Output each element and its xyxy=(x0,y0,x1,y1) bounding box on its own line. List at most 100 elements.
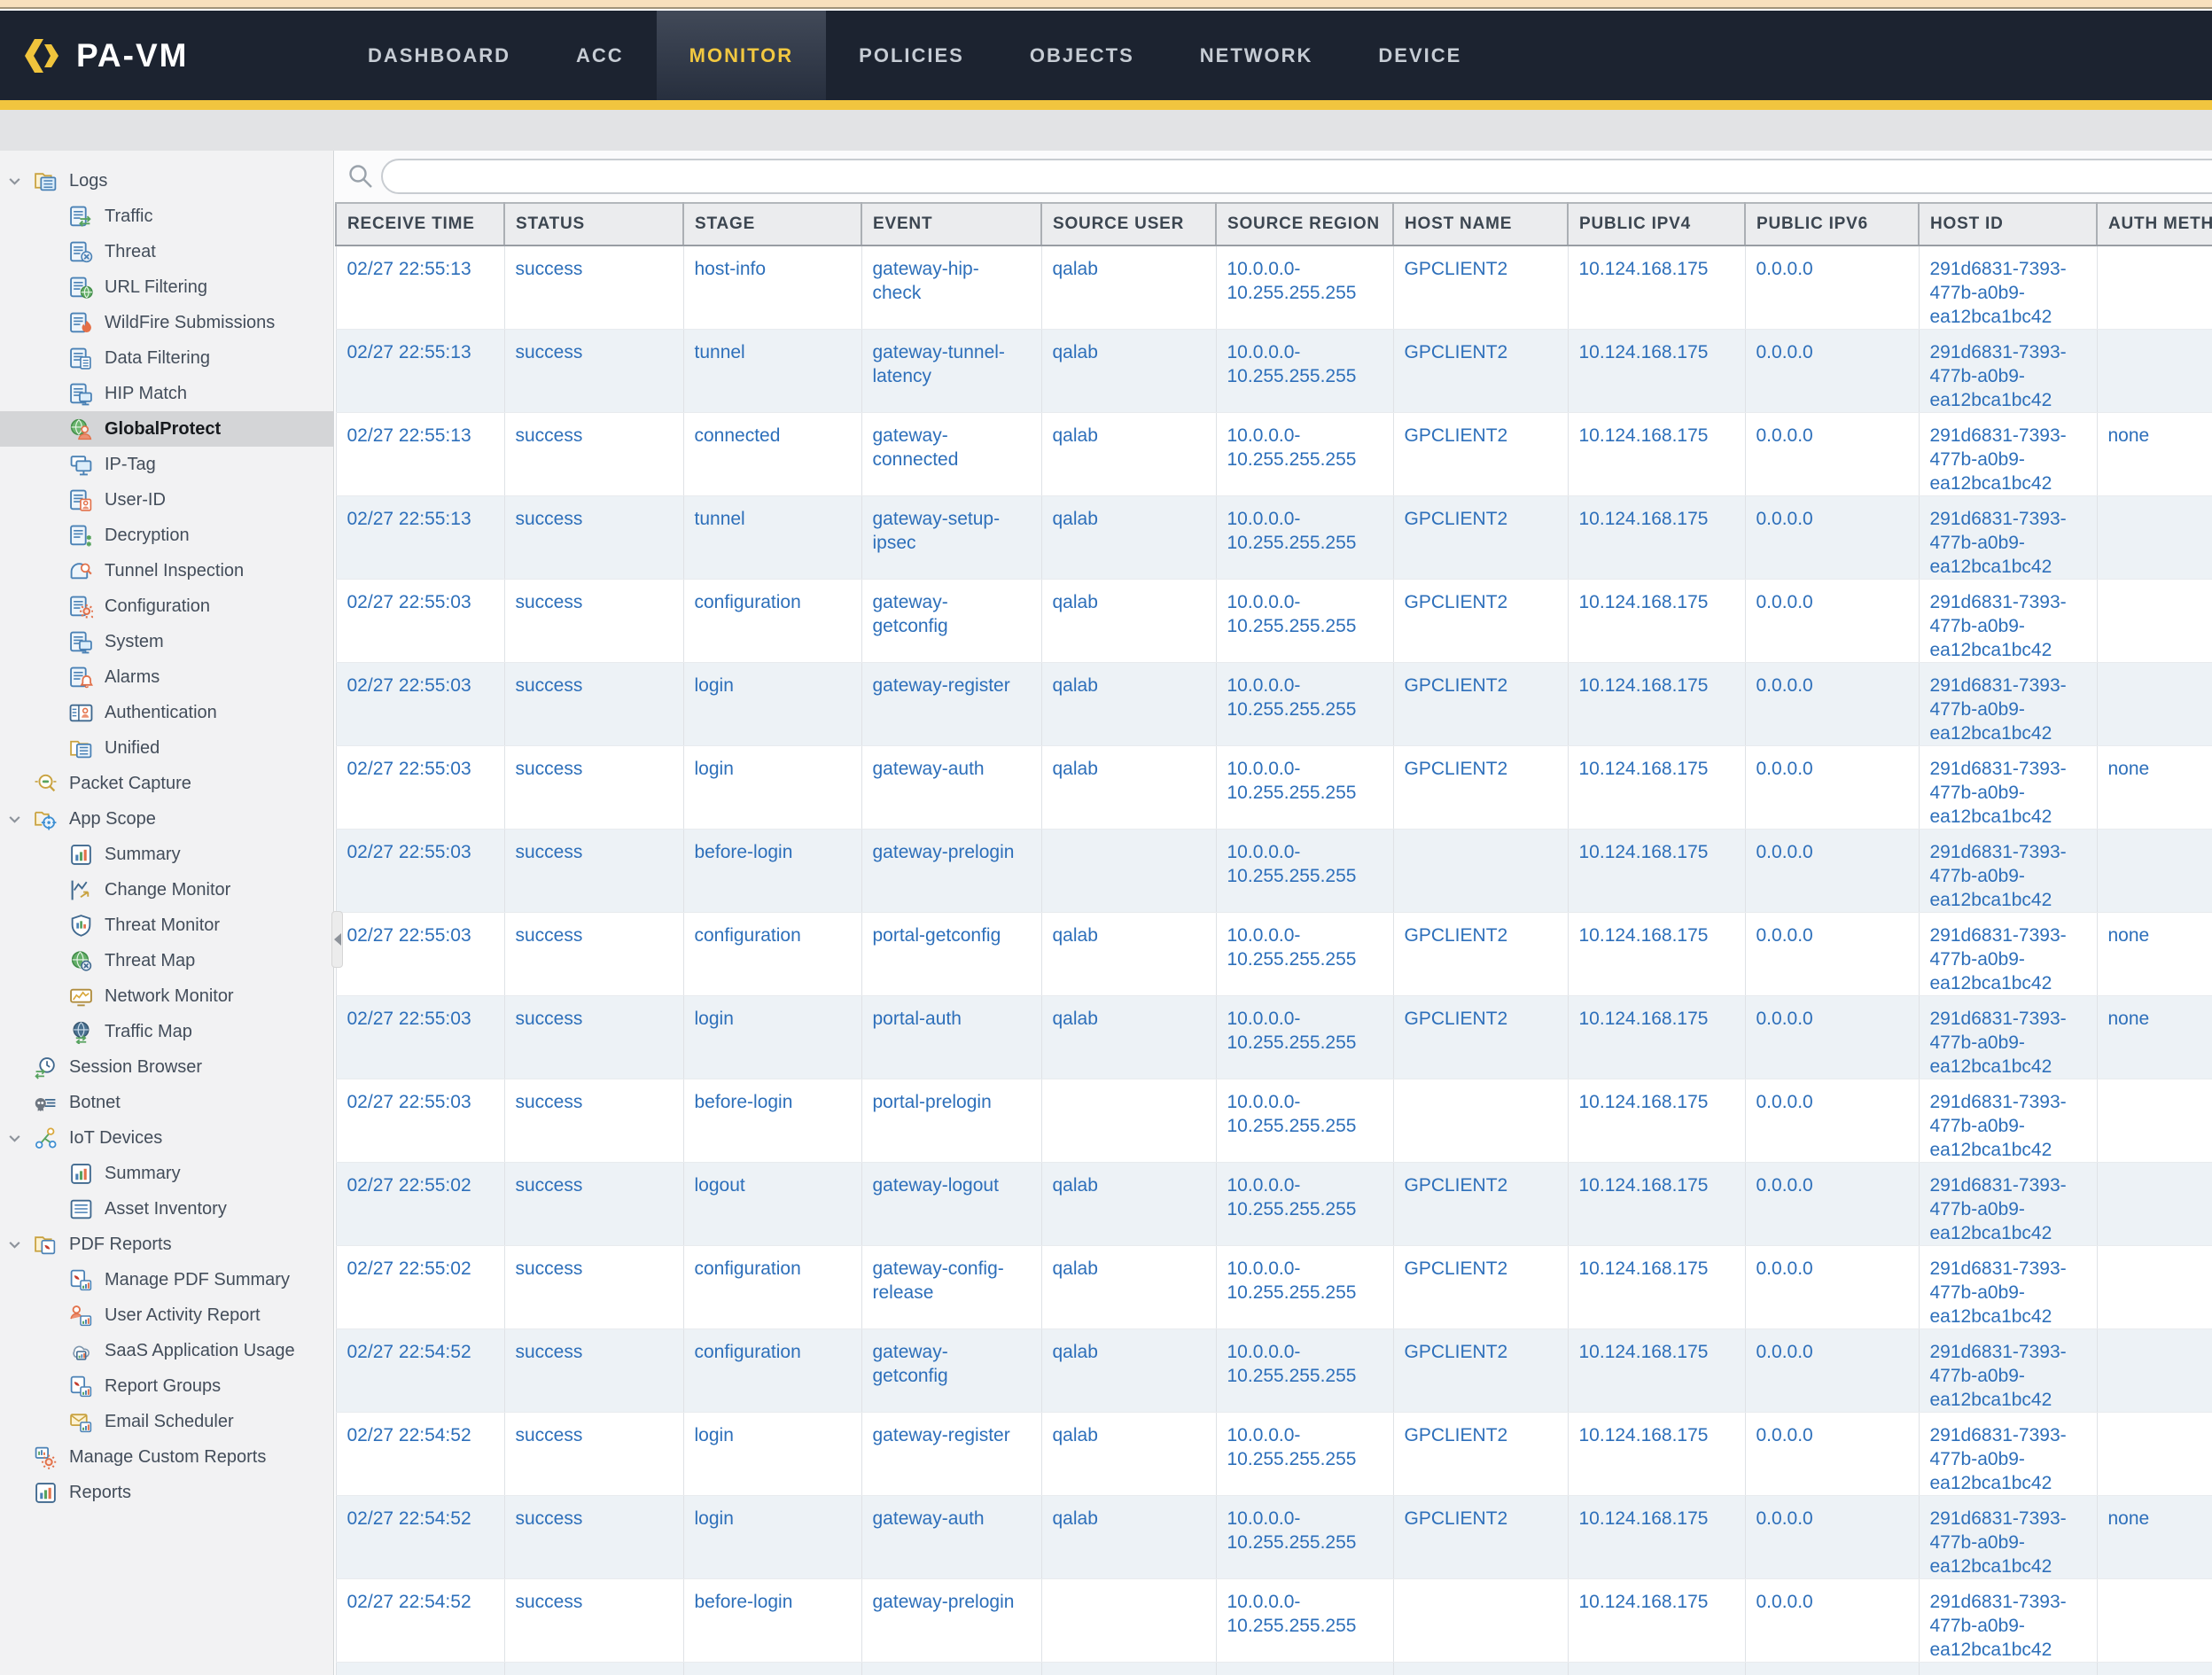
sidebar-item-system[interactable]: System xyxy=(0,624,333,659)
cell-receive-time[interactable]: 02/27 22:54:51 xyxy=(336,1663,504,1675)
sidebar-item-data-filtering[interactable]: Data Filtering xyxy=(0,340,333,376)
chevron-down-icon[interactable] xyxy=(7,1237,34,1251)
cell-event[interactable]: gateway-setup-ipsec xyxy=(861,496,1041,580)
cell-public-ipv4[interactable]: 10.124.168.175 xyxy=(1568,1579,1745,1663)
sidebar-item-network-monitor[interactable]: Network Monitor xyxy=(0,978,333,1014)
cell-public-ipv4[interactable]: 10.124.168.175 xyxy=(1568,1413,1745,1496)
cell-host-id[interactable]: 291d6831-7393-477b-a0b9-ea12bca1bc42 xyxy=(1919,1496,2097,1579)
cell-event[interactable]: portal-getconfig xyxy=(861,1663,1041,1675)
sidebar-item-threat-map[interactable]: Threat Map xyxy=(0,943,333,978)
sidebar-item-app-scope[interactable]: App Scope xyxy=(0,801,333,837)
cell-public-ipv4[interactable]: 10.124.168.175 xyxy=(1568,746,1745,830)
column-header-auth-method[interactable]: AUTH METHOD xyxy=(2097,203,2212,245)
cell-public-ipv4[interactable]: 10.124.168.175 xyxy=(1568,663,1745,746)
cell-status[interactable]: success xyxy=(504,413,683,496)
cell-source-user[interactable]: qalab xyxy=(1041,1246,1216,1329)
cell-public-ipv4[interactable]: 10.124.168.175 xyxy=(1568,330,1745,413)
cell-receive-time[interactable]: 02/27 22:55:03 xyxy=(336,996,504,1079)
cell-host-id[interactable]: 291d6831-7393-477b-a0b9-ea12bca1bc42 xyxy=(1919,663,2097,746)
nav-tab-objects[interactable]: OBJECTS xyxy=(997,11,1167,100)
cell-host-name[interactable]: GPCLIENT2 xyxy=(1393,413,1568,496)
column-header-status[interactable]: STATUS xyxy=(504,203,683,245)
cell-public-ipv6[interactable]: 0.0.0.0 xyxy=(1745,1079,1919,1163)
sidebar-item-traffic[interactable]: Traffic xyxy=(0,199,333,234)
cell-event[interactable]: gateway-getconfig xyxy=(861,1329,1041,1413)
cell-host-name[interactable]: GPCLIENT2 xyxy=(1393,1329,1568,1413)
cell-stage[interactable]: before-login xyxy=(683,1579,861,1663)
cell-public-ipv6[interactable]: 0.0.0.0 xyxy=(1745,1246,1919,1329)
column-header-stage[interactable]: STAGE xyxy=(683,203,861,245)
cell-auth-method[interactable]: none xyxy=(2097,413,2212,496)
cell-source-user[interactable]: qalab xyxy=(1041,1413,1216,1496)
sidebar-item-packet-capture[interactable]: Packet Capture xyxy=(0,766,333,801)
cell-host-id[interactable]: 291d6831-7393-477b-a0b9-ea12bca1bc42 xyxy=(1919,413,2097,496)
cell-host-id[interactable]: 291d6831-7393-477b-a0b9-ea12bca1bc42 xyxy=(1919,1163,2097,1246)
cell-host-name[interactable]: GPCLIENT2 xyxy=(1393,1663,1568,1675)
cell-source-region[interactable]: 10.0.0.0-10.255.255.255 xyxy=(1216,1663,1393,1675)
column-header-host-name[interactable]: HOST NAME xyxy=(1393,203,1568,245)
cell-event[interactable]: portal-getconfig xyxy=(861,913,1041,996)
cell-source-region[interactable]: 10.0.0.0-10.255.255.255 xyxy=(1216,1079,1393,1163)
cell-event[interactable]: gateway-register xyxy=(861,663,1041,746)
cell-public-ipv6[interactable]: 0.0.0.0 xyxy=(1745,580,1919,663)
cell-stage[interactable]: login xyxy=(683,663,861,746)
cell-public-ipv6[interactable]: 0.0.0.0 xyxy=(1745,1663,1919,1675)
cell-public-ipv4[interactable]: 10.124.168.175 xyxy=(1568,1079,1745,1163)
cell-source-user[interactable]: qalab xyxy=(1041,580,1216,663)
cell-host-id[interactable]: 291d6831-7393-477b-a0b9-ea12bca1bc42 xyxy=(1919,830,2097,913)
sidebar-item-ip-tag[interactable]: IP-Tag xyxy=(0,447,333,482)
cell-stage[interactable]: configuration xyxy=(683,580,861,663)
cell-stage[interactable]: configuration xyxy=(683,1663,861,1675)
cell-receive-time[interactable]: 02/27 22:55:03 xyxy=(336,663,504,746)
cell-status[interactable]: success xyxy=(504,830,683,913)
cell-event[interactable]: gateway-auth xyxy=(861,1496,1041,1579)
cell-receive-time[interactable]: 02/27 22:55:03 xyxy=(336,746,504,830)
cell-public-ipv6[interactable]: 0.0.0.0 xyxy=(1745,496,1919,580)
sidebar-item-tunnel-inspection[interactable]: Tunnel Inspection xyxy=(0,553,333,588)
cell-host-name[interactable]: GPCLIENT2 xyxy=(1393,1496,1568,1579)
cell-source-region[interactable]: 10.0.0.0-10.255.255.255 xyxy=(1216,413,1393,496)
cell-public-ipv4[interactable]: 10.124.168.175 xyxy=(1568,1663,1745,1675)
sidebar-item-decryption[interactable]: Decryption xyxy=(0,518,333,553)
cell-host-name[interactable]: GPCLIENT2 xyxy=(1393,913,1568,996)
cell-stage[interactable]: host-info xyxy=(683,245,861,330)
sidebar-item-url-filtering[interactable]: URL Filtering xyxy=(0,269,333,305)
cell-source-region[interactable]: 10.0.0.0-10.255.255.255 xyxy=(1216,580,1393,663)
cell-status[interactable]: success xyxy=(504,996,683,1079)
cell-stage[interactable]: tunnel xyxy=(683,330,861,413)
sidebar-item-manage-custom-reports[interactable]: Manage Custom Reports xyxy=(0,1439,333,1475)
cell-source-region[interactable]: 10.0.0.0-10.255.255.255 xyxy=(1216,830,1393,913)
cell-public-ipv6[interactable]: 0.0.0.0 xyxy=(1745,245,1919,330)
cell-host-name[interactable]: GPCLIENT2 xyxy=(1393,746,1568,830)
cell-receive-time[interactable]: 02/27 22:55:03 xyxy=(336,913,504,996)
cell-stage[interactable]: before-login xyxy=(683,1079,861,1163)
cell-status[interactable]: success xyxy=(504,1246,683,1329)
cell-public-ipv6[interactable]: 0.0.0.0 xyxy=(1745,1163,1919,1246)
cell-source-region[interactable]: 10.0.0.0-10.255.255.255 xyxy=(1216,1413,1393,1496)
sidebar-item-traffic-map[interactable]: Traffic Map xyxy=(0,1014,333,1049)
cell-host-id[interactable]: 291d6831-7393-477b-a0b9-ea12bca1bc42 xyxy=(1919,746,2097,830)
cell-host-name[interactable]: GPCLIENT2 xyxy=(1393,580,1568,663)
cell-source-region[interactable]: 10.0.0.0-10.255.255.255 xyxy=(1216,1496,1393,1579)
cell-public-ipv4[interactable]: 10.124.168.175 xyxy=(1568,245,1745,330)
sidebar-item-summary[interactable]: Summary xyxy=(0,1156,333,1191)
cell-host-name[interactable]: GPCLIENT2 xyxy=(1393,330,1568,413)
sidebar-item-email-scheduler[interactable]: Email Scheduler xyxy=(0,1404,333,1439)
sidebar-item-report-groups[interactable]: Report Groups xyxy=(0,1368,333,1404)
cell-public-ipv4[interactable]: 10.124.168.175 xyxy=(1568,913,1745,996)
cell-source-region[interactable]: 10.0.0.0-10.255.255.255 xyxy=(1216,330,1393,413)
cell-source-region[interactable]: 10.0.0.0-10.255.255.255 xyxy=(1216,663,1393,746)
cell-host-id[interactable]: 291d6831-7393-477b-a0b9-ea12bca1bc42 xyxy=(1919,496,2097,580)
cell-receive-time[interactable]: 02/27 22:54:52 xyxy=(336,1579,504,1663)
nav-tab-acc[interactable]: ACC xyxy=(543,11,657,100)
cell-source-user[interactable]: qalab xyxy=(1041,330,1216,413)
cell-public-ipv6[interactable]: 0.0.0.0 xyxy=(1745,330,1919,413)
sidebar-item-reports[interactable]: Reports xyxy=(0,1475,333,1510)
cell-status[interactable]: success xyxy=(504,580,683,663)
cell-receive-time[interactable]: 02/27 22:55:02 xyxy=(336,1163,504,1246)
cell-source-region[interactable]: 10.0.0.0-10.255.255.255 xyxy=(1216,913,1393,996)
cell-status[interactable]: success xyxy=(504,913,683,996)
cell-auth-method[interactable]: none xyxy=(2097,1496,2212,1579)
cell-source-user[interactable]: qalab xyxy=(1041,913,1216,996)
cell-event[interactable]: portal-prelogin xyxy=(861,1079,1041,1163)
